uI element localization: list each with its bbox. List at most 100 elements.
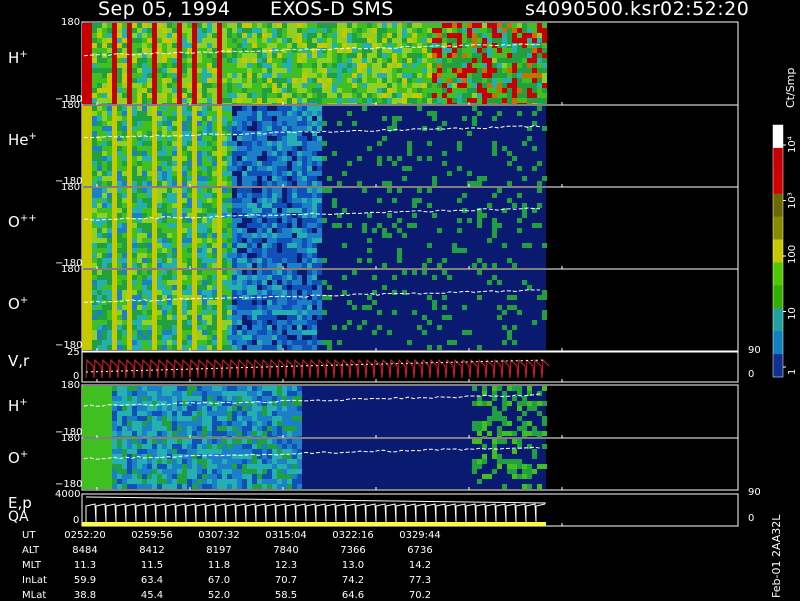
spectrogram-cell [157,469,162,474]
spectrogram-cell [522,421,527,426]
spectrogram-cell [237,146,242,151]
spectrogram-cell [472,38,477,43]
spectrogram-cell [182,479,187,484]
spectrogram-cell [332,63,337,68]
spectrogram-cell [87,176,92,181]
spectrogram-cell [317,171,322,176]
spectrogram-cell [337,98,342,103]
spectrogram-cell [152,208,157,213]
spectrogram-cell [407,103,412,104]
spectrogram-cell [532,320,537,325]
spectrogram-cell [222,325,227,330]
spectrogram-cell [282,136,287,141]
spectrogram-cell [222,396,227,401]
spectrogram-cell [232,290,237,295]
spectrogram-cell [252,43,257,48]
spectrogram-cell [507,58,512,63]
spectrogram-cell [222,98,227,103]
spectrogram-cell [187,310,192,315]
spectrogram-cell [147,198,152,203]
spectrogram-cell [102,38,107,43]
spectrogram-cell [262,315,267,320]
spectrogram-cell [207,421,212,426]
spectrogram-cell [382,285,387,290]
spectrogram-cell [387,48,392,53]
spectrogram-cell [222,248,227,253]
spectrogram-cell [252,218,257,223]
spectrogram-cell [97,78,102,83]
spectrogram-cell [252,439,257,444]
spectrogram-cell [227,300,232,305]
spectrogram-cell [402,93,407,98]
spectrogram-cell [192,469,197,474]
spectrogram-cell [502,68,507,73]
spectrogram-cell [167,161,172,166]
spectrogram-cell [142,345,147,350]
spectrogram-cell [117,320,122,325]
spectrogram-cell [312,248,317,253]
spectrogram-cell [112,263,117,268]
spectrogram-cell [257,28,262,33]
spectrogram-cell [477,38,482,43]
spectrogram-cell [202,53,207,58]
spectrogram-cell [312,340,317,345]
spectrogram-cell [432,88,437,93]
spectrogram-cell [132,68,137,73]
spectrogram-cell [457,58,462,63]
spectrogram-cell [232,253,237,258]
spectrogram-cell [92,248,97,253]
spectrogram-cell [162,253,167,258]
spectrogram-cell [262,166,267,171]
spectrogram-cell [127,38,132,43]
spectrogram-cell [472,73,477,78]
spectrogram-cell [292,93,297,98]
spectrogram-cell [357,53,362,58]
spectrogram-cell [512,263,517,268]
spectrogram-cell [157,386,162,391]
spectrogram-cell [117,68,122,73]
spectrogram-cell [217,238,222,243]
spectrogram-cell [432,73,437,78]
spectrogram-cell [107,270,112,275]
spectrogram-cell [287,238,292,243]
spectrogram-cell [162,121,167,126]
spectrogram-cell [187,411,192,416]
spectrogram-cell [132,208,137,213]
spectrogram-cell [292,126,297,131]
spectrogram-cell [167,203,172,208]
spectrogram-cell [107,63,112,68]
spectrogram-cell [197,325,202,330]
spectrogram-cell [212,454,217,459]
spectrogram-cell [492,233,497,238]
spectrogram-cell [222,63,227,68]
spectrogram-cell [302,83,307,88]
spectrogram-cell [127,121,132,126]
spectrogram-cell [297,151,302,156]
spectrogram-cell [317,58,322,63]
spectrogram-cell [247,391,252,396]
spectrogram-cell [417,68,422,73]
spectrogram-cell [297,116,302,121]
spectrogram-cell [487,431,492,436]
spectrogram-cell [172,248,177,253]
spectrogram-cell [182,290,187,295]
spectrogram-cell [267,258,272,263]
spectrogram-cell [217,295,222,300]
spectrogram-cell [127,203,132,208]
spectrogram-cell [242,300,247,305]
spectrogram-cell [457,78,462,83]
spectrogram-cell [502,243,507,248]
spectrogram-cell [357,88,362,93]
spectrogram-cell [152,28,157,33]
spectrogram-cell [112,345,117,350]
spectrogram-cell [242,474,247,479]
spectrogram-cell [542,53,547,58]
spectrogram-cell [117,431,122,436]
spectrogram-cell [147,459,152,464]
spectrogram-cell [457,63,462,68]
spectrogram-cell [387,33,392,38]
spectrogram-cell [327,38,332,43]
spectrogram-cell [352,68,357,73]
spectrogram-cell [92,93,97,98]
spectrogram-cell [312,243,317,248]
